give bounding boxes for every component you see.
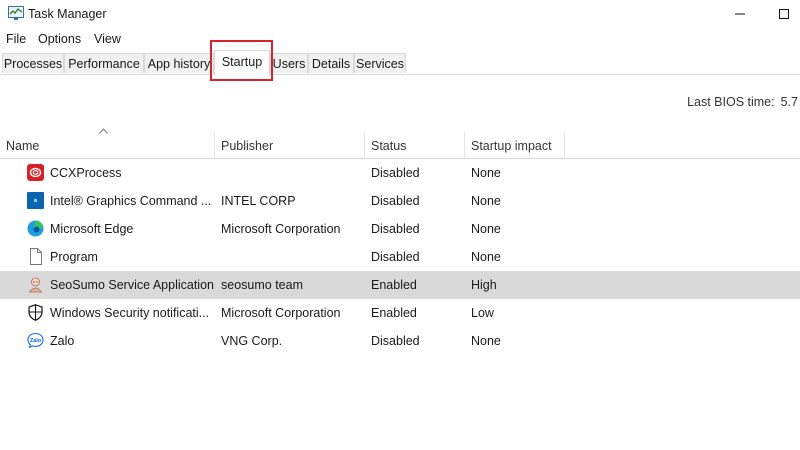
column-startup-impact[interactable]: Startup impact: [471, 139, 552, 153]
startup-tab-highlight: [210, 40, 273, 81]
blank-file-icon: [30, 248, 42, 265]
menu-options[interactable]: Options: [38, 32, 81, 46]
edge-icon: [27, 220, 44, 237]
column-header: Name Publisher Status Startup impact: [0, 132, 800, 159]
intel-graphics-icon: [27, 192, 44, 209]
row-name: Microsoft Edge: [50, 222, 134, 236]
maximize-button[interactable]: [774, 4, 794, 24]
table-row-selected[interactable]: SeoSumo Service Application seosumo team…: [0, 271, 800, 299]
row-publisher: Microsoft Corporation: [221, 222, 341, 236]
column-name[interactable]: Name: [6, 139, 39, 153]
row-impact: None: [471, 222, 501, 236]
tab-services[interactable]: Services: [354, 53, 406, 73]
table-row[interactable]: Intel® Graphics Command ... INTEL CORP D…: [0, 187, 800, 215]
table-row[interactable]: Microsoft Edge Microsoft Corporation Dis…: [0, 215, 800, 243]
column-status[interactable]: Status: [371, 139, 406, 153]
row-impact: None: [471, 334, 501, 348]
zalo-icon: Zalo: [27, 332, 44, 349]
tab-app-history[interactable]: App history: [144, 53, 214, 73]
row-status: Disabled: [371, 166, 420, 180]
row-impact: Low: [471, 306, 494, 320]
tab-users[interactable]: Users: [270, 53, 308, 73]
bios-label: Last BIOS time:: [687, 95, 775, 109]
seosumo-icon: [28, 277, 43, 293]
minimize-button[interactable]: [730, 4, 750, 24]
row-impact: None: [471, 250, 501, 264]
row-status: Enabled: [371, 306, 417, 320]
column-divider[interactable]: [214, 132, 215, 158]
row-impact: None: [471, 194, 501, 208]
row-status: Disabled: [371, 194, 420, 208]
maximize-icon: [779, 9, 789, 19]
row-name: Program: [50, 250, 98, 264]
tab-strip: Processes Performance App history Startu…: [0, 50, 800, 75]
row-name: Windows Security notificati...: [50, 306, 210, 320]
row-publisher: Microsoft Corporation: [221, 306, 341, 320]
column-divider[interactable]: [464, 132, 465, 158]
minimize-icon: [735, 13, 745, 15]
row-status: Enabled: [371, 278, 417, 292]
table-row[interactable]: Program Disabled None: [0, 243, 800, 271]
table-row[interactable]: Zalo Zalo VNG Corp. Disabled None: [0, 327, 800, 355]
task-manager-icon: [8, 6, 24, 20]
column-divider[interactable]: [564, 132, 565, 158]
row-publisher: INTEL CORP: [221, 194, 296, 208]
tab-details[interactable]: Details: [308, 53, 354, 73]
table-row[interactable]: Windows Security notificati... Microsoft…: [0, 299, 800, 327]
row-status: Disabled: [371, 222, 420, 236]
column-divider[interactable]: [364, 132, 365, 158]
row-status: Disabled: [371, 250, 420, 264]
table-row[interactable]: CCXProcess Disabled None: [0, 159, 800, 187]
row-name: Intel® Graphics Command ...: [50, 194, 212, 208]
last-bios-time: Last BIOS time: 5.7: [687, 95, 798, 109]
row-name: CCXProcess: [50, 166, 122, 180]
row-name: SeoSumo Service Application: [50, 278, 214, 292]
row-publisher: VNG Corp.: [221, 334, 283, 348]
column-publisher[interactable]: Publisher: [221, 139, 273, 153]
row-status: Disabled: [371, 334, 420, 348]
shield-icon: [28, 304, 43, 321]
menu-view[interactable]: View: [94, 32, 121, 46]
bios-value: 5.7: [780, 95, 798, 109]
row-publisher: seosumo team: [221, 278, 303, 292]
row-name: Zalo: [50, 334, 75, 348]
tab-performance[interactable]: Performance: [64, 53, 144, 73]
row-impact: None: [471, 166, 501, 180]
tab-processes[interactable]: Processes: [2, 53, 64, 73]
svg-text:Zalo: Zalo: [30, 338, 42, 344]
adobe-ccx-icon: [27, 164, 44, 181]
menu-file[interactable]: File: [6, 32, 26, 46]
title-bar: Task Manager: [0, 0, 800, 28]
window-title: Task Manager: [28, 7, 107, 21]
row-impact: High: [471, 278, 497, 292]
